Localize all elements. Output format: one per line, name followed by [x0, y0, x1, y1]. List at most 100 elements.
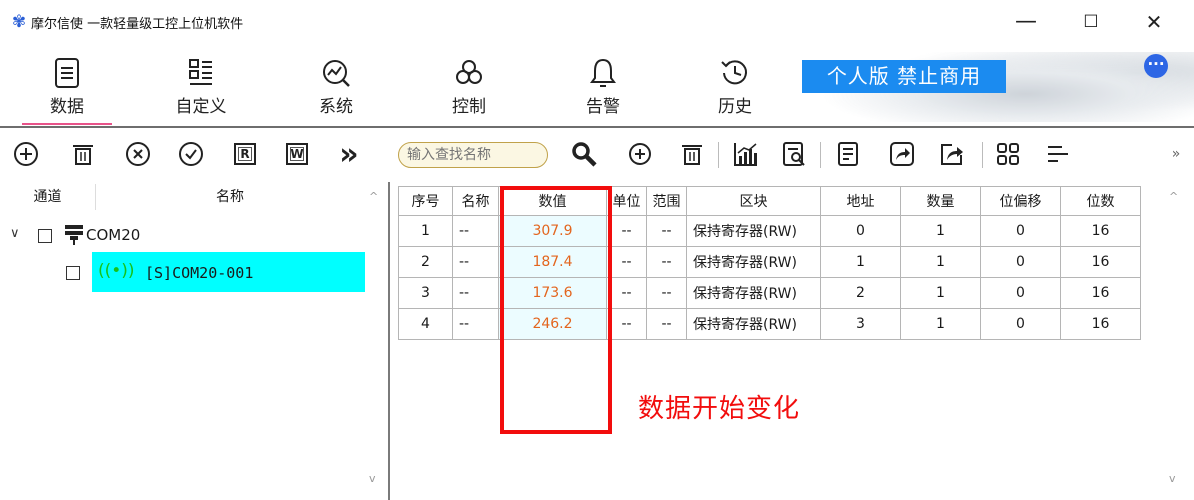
chevron-down-icon[interactable]: ∨ — [10, 226, 20, 241]
cell-count[interactable]: 1 — [900, 308, 981, 340]
delete-device-button[interactable] — [67, 138, 99, 170]
cell-block[interactable]: 保持寄存器(RW) — [686, 215, 821, 247]
add-circle-icon — [14, 142, 38, 166]
cell-count[interactable]: 1 — [900, 277, 981, 309]
search-icon — [572, 142, 597, 167]
register-table: 序号 名称 数值 单位 范围 区块 地址 数量 位偏移 位数 1 -- 307.… — [398, 186, 1141, 340]
col-header[interactable]: 地址 — [820, 186, 901, 216]
col-header[interactable]: 序号 — [398, 186, 453, 216]
cell-address[interactable]: 1 — [820, 246, 901, 278]
cell-address[interactable]: 3 — [820, 308, 901, 340]
cell-address[interactable]: 0 — [820, 215, 901, 247]
grid-icon — [997, 143, 1019, 165]
confirm-button[interactable] — [175, 138, 207, 170]
tree-node-com20[interactable]: ∨ COM20 — [0, 220, 365, 250]
cell-count[interactable]: 1 — [900, 215, 981, 247]
data-list-icon — [55, 58, 79, 88]
add-register-button[interactable] — [624, 138, 656, 170]
cell-bits[interactable]: 16 — [1060, 215, 1141, 247]
write-w-icon: W — [286, 143, 308, 165]
cell-name[interactable]: -- — [452, 308, 499, 340]
nav-tab-data[interactable]: 数据 — [27, 50, 107, 118]
col-header[interactable]: 区块 — [686, 186, 821, 216]
cell-bits[interactable]: 16 — [1060, 277, 1141, 309]
tree-node-label: COM20 — [86, 226, 141, 244]
close-button[interactable]: ✕ — [1131, 8, 1177, 36]
nav-tab-history[interactable]: 历史 — [695, 50, 775, 118]
cell-block[interactable]: 保持寄存器(RW) — [686, 246, 821, 278]
search-button[interactable] — [568, 138, 600, 170]
cell-unit[interactable]: -- — [606, 277, 647, 309]
col-header[interactable]: 名称 — [452, 186, 499, 216]
cell-name[interactable]: -- — [452, 246, 499, 278]
layout-button[interactable] — [992, 138, 1024, 170]
cell-range[interactable]: -- — [646, 246, 687, 278]
minimize-button[interactable]: — — [1003, 8, 1049, 36]
tree-node-com20-001[interactable]: ((•)) [S]COM20-001 — [92, 252, 365, 292]
stop-button[interactable] — [122, 138, 154, 170]
cell-unit[interactable]: -- — [606, 308, 647, 340]
nav-tab-system[interactable]: 系统 — [296, 50, 376, 118]
read-button[interactable]: R — [229, 138, 261, 170]
cell-value[interactable]: 187.4 — [498, 246, 607, 278]
chart-button[interactable] — [730, 138, 762, 170]
close-circle-icon — [126, 142, 150, 166]
search-input[interactable] — [398, 142, 548, 168]
col-header[interactable]: 位数 — [1060, 186, 1141, 216]
cell-bits[interactable]: 16 — [1060, 308, 1141, 340]
table-scroll-up-icon[interactable]: ^ — [1169, 190, 1178, 203]
delete-register-button[interactable] — [676, 138, 708, 170]
table-row[interactable]: 1 -- 307.9 -- -- 保持寄存器(RW) 0 1 0 16 — [398, 215, 1141, 247]
cell-index: 2 — [398, 246, 453, 278]
table-row[interactable]: 4 -- 246.2 -- -- 保持寄存器(RW) 3 1 0 16 — [398, 308, 1141, 340]
com20-001-checkbox[interactable] — [66, 266, 80, 280]
align-button[interactable] — [1042, 138, 1074, 170]
add-circle-icon — [629, 143, 651, 165]
table-row[interactable]: 3 -- 173.6 -- -- 保持寄存器(RW) 2 1 0 16 — [398, 277, 1141, 309]
table-row[interactable]: 2 -- 187.4 -- -- 保持寄存器(RW) 1 1 0 16 — [398, 246, 1141, 278]
cell-range[interactable]: -- — [646, 277, 687, 309]
cell-bit-offset[interactable]: 0 — [980, 277, 1061, 309]
nav-label-data: 数据 — [50, 97, 84, 117]
cell-bit-offset[interactable]: 0 — [980, 215, 1061, 247]
chevron-right-icon: » — [1171, 146, 1181, 162]
cell-value[interactable]: 246.2 — [498, 308, 607, 340]
scroll-down-icon[interactable]: v — [369, 472, 376, 485]
cell-block[interactable]: 保持寄存器(RW) — [686, 277, 821, 309]
write-button[interactable]: W — [281, 138, 313, 170]
export-button[interactable] — [936, 138, 968, 170]
col-header[interactable]: 范围 — [646, 186, 687, 216]
col-header[interactable]: 数值 — [498, 186, 607, 216]
cell-name[interactable]: -- — [452, 215, 499, 247]
cell-name[interactable]: -- — [452, 277, 499, 309]
col-header[interactable]: 单位 — [606, 186, 647, 216]
inspect-button[interactable] — [778, 138, 810, 170]
toolbar-overflow-button[interactable]: » — [1160, 138, 1192, 170]
col-header[interactable]: 数量 — [900, 186, 981, 216]
cell-value[interactable]: 173.6 — [498, 277, 607, 309]
nav-tab-custom[interactable]: 自定义 — [161, 50, 241, 118]
cell-bits[interactable]: 16 — [1060, 246, 1141, 278]
com20-checkbox[interactable] — [38, 229, 52, 243]
cell-range[interactable]: -- — [646, 215, 687, 247]
expand-toolbar-button[interactable]: » — [333, 137, 365, 172]
cell-unit[interactable]: -- — [606, 246, 647, 278]
document-button[interactable] — [832, 138, 864, 170]
table-scroll-down-icon[interactable]: v — [1169, 472, 1176, 485]
col-header[interactable]: 位偏移 — [980, 186, 1061, 216]
cell-bit-offset[interactable]: 0 — [980, 246, 1061, 278]
add-device-button[interactable] — [10, 138, 42, 170]
maximize-button[interactable]: ☐ — [1068, 8, 1114, 36]
cell-address[interactable]: 2 — [820, 277, 901, 309]
more-options-button[interactable]: ··· — [1144, 54, 1168, 78]
scroll-up-icon[interactable]: ^ — [369, 190, 378, 203]
cell-value[interactable]: 307.9 — [498, 215, 607, 247]
cell-range[interactable]: -- — [646, 308, 687, 340]
nav-tab-alarm[interactable]: 告警 — [563, 50, 643, 118]
cell-count[interactable]: 1 — [900, 246, 981, 278]
cell-block[interactable]: 保持寄存器(RW) — [686, 308, 821, 340]
cell-bit-offset[interactable]: 0 — [980, 308, 1061, 340]
cell-unit[interactable]: -- — [606, 215, 647, 247]
nav-tab-control[interactable]: 控制 — [429, 50, 509, 118]
jump-button[interactable] — [886, 138, 918, 170]
